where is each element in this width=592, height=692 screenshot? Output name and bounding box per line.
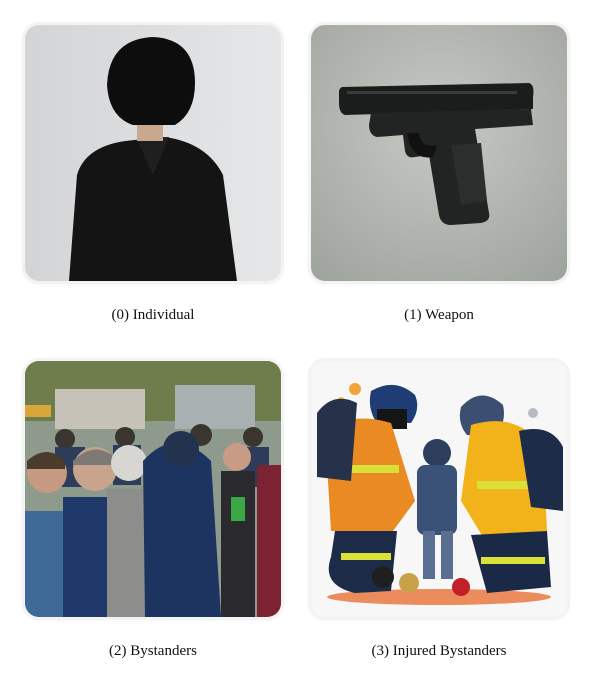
weapon-image [311,25,567,281]
caption-weapon: (1) Weapon [404,307,474,323]
bystanders-image [25,361,281,617]
figure-bystanders [25,361,281,617]
figure-injured-bystanders [311,361,567,617]
caption-injured-bystanders: (3) Injured Bystanders [371,643,507,659]
caption-bystanders: (2) Bystanders [109,643,197,659]
figure-individual [25,25,281,281]
figure-weapon [311,25,567,281]
injured-bystanders-image [311,361,567,617]
caption-individual: (0) Individual [111,307,195,323]
individual-image [25,25,281,281]
